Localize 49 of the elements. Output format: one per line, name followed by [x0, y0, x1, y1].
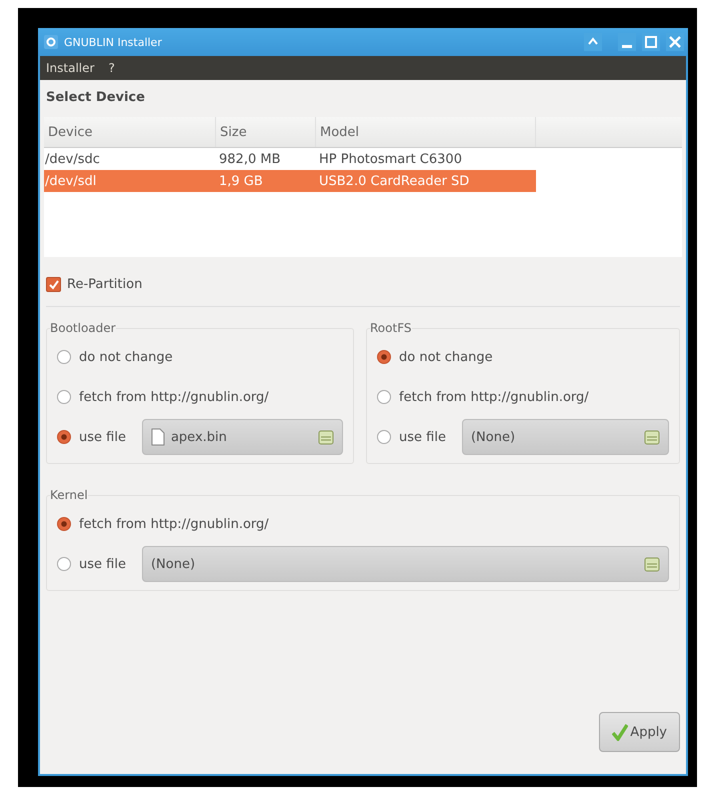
radio-button[interactable] — [57, 517, 71, 531]
group-title: Kernel — [50, 488, 88, 502]
column-header[interactable]: Size — [216, 117, 316, 147]
table-cell-text: /dev/sdc — [44, 152, 101, 166]
table-cell-text: HP Photosmart C6300 — [318, 152, 463, 166]
group-title: RootFS — [370, 321, 412, 335]
radio-button[interactable] — [57, 350, 71, 364]
radio-label: use file — [399, 430, 446, 444]
folder-icon — [318, 429, 334, 445]
minimize-icon[interactable] — [618, 33, 636, 51]
window-title: GNUBLIN Installer — [64, 36, 162, 48]
checkbox[interactable] — [46, 277, 61, 292]
maximize-icon[interactable] — [642, 33, 660, 51]
checkbox-label: Re-Partition — [67, 277, 142, 292]
shade-icon[interactable] — [584, 33, 602, 51]
radio-button[interactable] — [57, 430, 71, 444]
folder-icon — [644, 429, 660, 445]
radio-button[interactable] — [377, 430, 391, 444]
file-chooser[interactable]: apex.bin — [142, 419, 343, 455]
radio-label: use file — [79, 556, 126, 572]
radio-label: fetch from http://gnublin.org/ — [79, 390, 269, 404]
column-header[interactable]: Device — [44, 117, 216, 147]
table-cell-text: 982,0 MB — [218, 152, 282, 166]
radio-label: fetch from http://gnublin.org/ — [79, 516, 269, 532]
group-title: Bootloader — [50, 321, 116, 335]
folder-icon — [644, 556, 660, 572]
radio-button[interactable] — [57, 390, 71, 404]
radio-label: do not change — [399, 350, 493, 364]
table-row[interactable]: /dev/sdc 982,0 MB HP Photosmart C6300 — [44, 148, 536, 170]
column-header[interactable]: Model — [316, 117, 536, 147]
close-icon[interactable] — [666, 33, 684, 51]
radio-button[interactable] — [57, 557, 71, 571]
radio-label: do not change — [79, 350, 173, 364]
menu-item[interactable]: Installer — [46, 61, 94, 75]
file-chooser[interactable]: (None) — [462, 419, 669, 455]
radio-label: use file — [79, 430, 126, 444]
section-title: Select Device — [46, 90, 146, 105]
table-cell-text: USB2.0 CardReader SD — [318, 174, 470, 188]
radio-button[interactable] — [377, 350, 391, 364]
file-chooser[interactable]: (None) — [142, 546, 669, 582]
radio-label: fetch from http://gnublin.org/ — [399, 390, 589, 404]
table-cell-text: 1,9 GB — [218, 174, 264, 188]
table-cell-text: /dev/sdl — [44, 174, 98, 188]
app-icon — [44, 35, 58, 49]
document-icon — [150, 428, 165, 446]
radio-button[interactable] — [377, 390, 391, 404]
checkmark-icon — [612, 723, 628, 741]
apply-button[interactable]: Apply — [599, 712, 680, 752]
menu-item[interactable]: ? — [108, 61, 115, 75]
